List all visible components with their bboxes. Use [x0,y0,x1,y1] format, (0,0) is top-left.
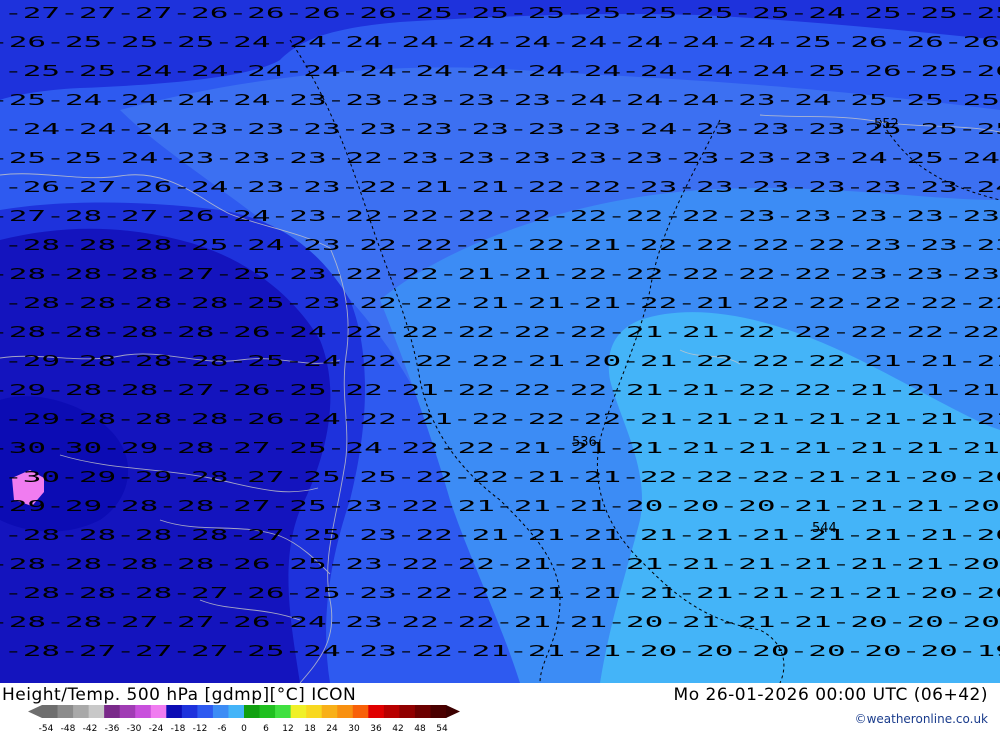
scale-swatch [73,705,90,718]
temperature-label-row: -29-29-28-28-27-25-23-22-21-21-21-20-20-… [0,497,1000,515]
scale-tick-label: -18 [171,724,186,733]
temperature-label-row: -30-30-29-28-27-25-24-22-22-21-21-21-21-… [0,439,1000,457]
scale-tick-label: 18 [304,724,316,733]
scale-tick-label: 48 [414,724,426,733]
scale-swatch [57,705,74,718]
scale-swatch [166,705,183,718]
scale-swatch [368,705,385,718]
temperature-label-row: -24-24-24-23-23-23-23-23-23-23-23-24-23-… [4,120,1000,138]
scale-swatch [244,705,261,718]
temperature-label-row: -28-28-28-27-26-25-23-22-22-21-21-21-21-… [4,584,1000,602]
scale-swatch [228,705,245,718]
temperature-label-row: -27-27-27-26-26-26-26-25-25-25-25-25-25-… [4,4,1000,22]
credit-link[interactable]: ©weatheronline.co.uk [855,712,988,726]
temperature-label-row: -29-28-28-28-26-24-22-21-22-22-22-21-21-… [4,410,1000,428]
scale-swatch [321,705,338,718]
temperature-label-row: -28-27-27-27-25-24-23-22-21-21-21-20-20-… [4,642,1000,660]
scale-tick-label: 42 [392,724,403,733]
scale-swatch [88,705,105,718]
scale-swatch [150,705,167,718]
scale-tick-label: -36 [105,724,120,733]
temperature-label-row: -28-28-28-25-24-23-22-22-21-22-21-22-22-… [4,236,1000,254]
temperature-label-row: -29-28-28-28-25-24-22-22-22-21-20-21-22-… [4,352,1000,370]
temperature-label-row: -26-25-25-25-24-24-24-24-24-24-24-24-24-… [0,33,1000,51]
height-label: 552 [874,117,899,132]
scale-swatch [275,705,292,718]
scale-swatch [306,705,323,718]
scale-tick-label: -30 [127,724,142,733]
scale-tick-label: 30 [348,724,360,733]
scale-tick-label: 12 [282,724,293,733]
scale-swatch [42,705,59,718]
map-title: Height/Temp. 500 hPa [gdmp][°C] ICON [2,685,357,705]
color-scale-bar: -54 -48 -42 -36 -30 -24 -18 -12 -6 0 6 12 18 24 30 36 42… [28,705,460,734]
scale-tick-label: -24 [149,724,164,733]
scale-tick-label: 6 [263,724,269,733]
scale-tick-label: 0 [241,724,247,733]
scale-swatch [383,705,400,718]
scale-swatch [212,705,229,718]
scale-swatch [414,705,431,718]
scale-swatch [197,705,214,718]
scale-swatch [104,705,121,718]
scale-swatch [290,705,307,718]
scale-swatch [259,705,276,718]
temperature-label-row: -28-28-27-27-26-24-23-22-22-21-21-20-21-… [0,613,1000,631]
scale-arrow-left [28,705,42,718]
scale-swatch [430,705,447,718]
scale-tick-label: 24 [326,724,338,733]
scale-tick-label: -12 [193,724,208,733]
scale-swatch [352,705,369,718]
scale-tick-label: -54 [39,724,54,733]
temperature-label-row: -28-28-28-28-26-24-22-22-22-22-22-21-21-… [0,323,1000,341]
scale-swatch [119,705,136,718]
temperature-label-row: -26-27-26-24-23-23-22-21-21-22-22-23-23-… [4,178,1000,196]
color-scale: -54 -48 -42 -36 -30 -24 -18 -12 -6 0 6 12 18 24 30 36 42… [28,705,464,734]
scale-tick-label: -48 [61,724,76,733]
temperature-label-row: -29-28-28-27-26-25-22-21-22-22-22-21-21-… [0,381,1000,399]
temperature-label-row: -28-28-28-28-26-25-23-22-22-21-21-21-21-… [0,555,1000,573]
temperature-label-row: -28-28-28-28-27-25-23-22-21-21-21-21-21-… [4,526,1000,544]
scale-swatch [399,705,416,718]
scale-tick-label: 36 [370,724,382,733]
temperature-label-row: -25-25-24-24-24-24-24-24-24-24-24-24-24-… [4,62,1000,80]
temperature-label-row: -28-28-28-27-25-23-22-22-21-21-22-22-22-… [0,265,1000,283]
temperature-label-row: -27-28-27-26-24-23-22-22-22-22-22-22-22-… [0,207,1000,225]
scale-tick-label: 54 [436,724,448,733]
scale-swatch [337,705,354,718]
scale-arrow-right [446,705,460,718]
temperature-label-row: -28-28-28-28-25-23-22-22-21-21-21-22-21-… [4,294,1000,312]
temperature-label-layer: -27-27-27-26-26-26-26-25-25-25-25-25-25-… [0,4,1000,660]
temperature-label-row: -30-29-29-28-27-25-25-22-22-21-21-22-22-… [4,468,1000,486]
temperature-map: -27-27-27-26-26-26-26-25-25-25-25-25-25-… [0,0,1000,683]
temperature-label-row: -25-25-24-23-23-23-22-23-23-23-23-23-23-… [0,149,1000,167]
scale-swatch [135,705,152,718]
scale-swatch [181,705,198,718]
map-footer: Height/Temp. 500 hPa [gdmp][°C] ICON Mo … [0,683,1000,734]
temperature-label-row: -25-24-24-24-24-23-23-23-23-23-24-24-24-… [0,91,1000,109]
height-label: 536 [572,435,597,450]
scale-tick-label: -42 [83,724,98,733]
forecast-timestamp: Mo 26-01-2026 00:00 UTC (06+42) [673,685,988,705]
scale-tick-label: -6 [218,724,227,733]
map-panel: -27-27-27-26-26-26-26-25-25-25-25-25-25-… [0,0,1000,734]
height-label: 544 [812,521,837,536]
